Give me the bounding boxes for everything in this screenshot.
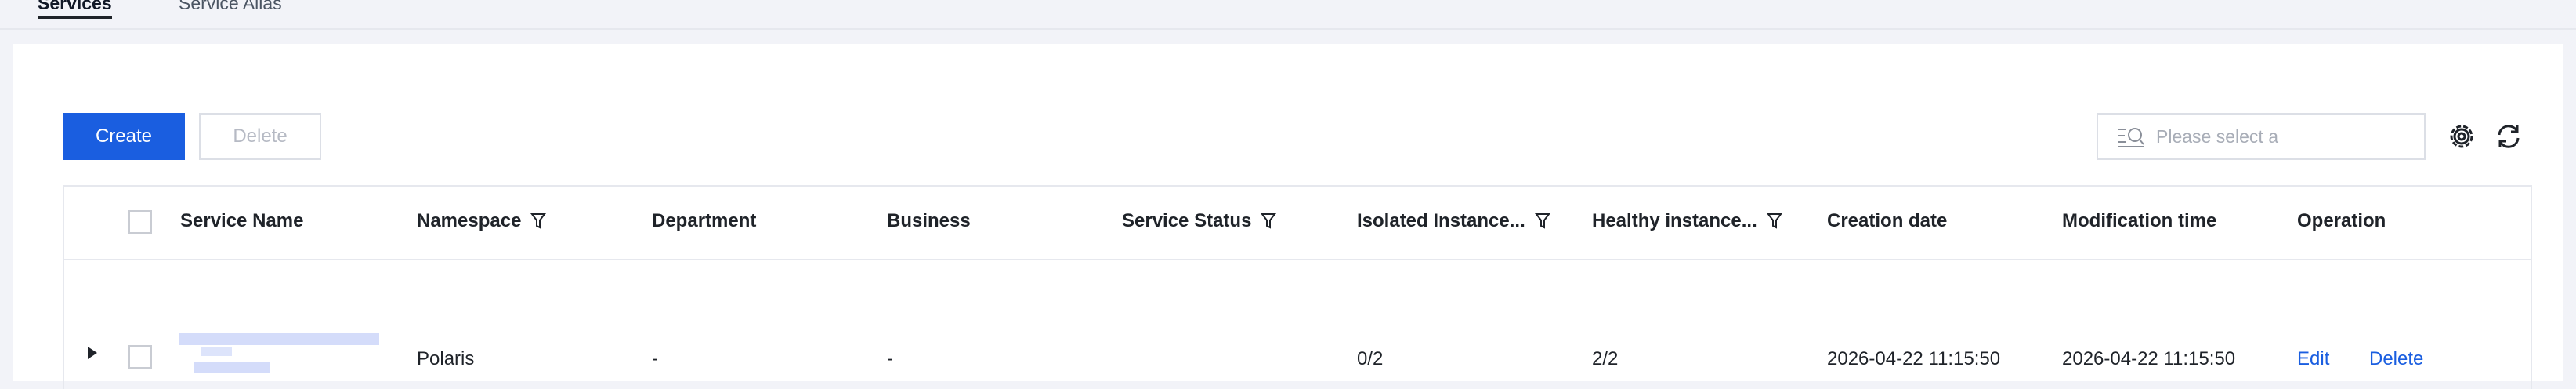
services-panel: Create Delete Please select a Service Na… <box>13 44 2563 389</box>
filter-icon[interactable] <box>1261 213 1277 230</box>
table-header: Service Name Namespace Department Busine… <box>64 187 2531 260</box>
col-operation: Operation <box>2297 210 2386 231</box>
search-input[interactable]: Please select a <box>2097 113 2426 160</box>
expand-arrow-icon[interactable] <box>88 347 97 359</box>
service-name-redacted[interactable] <box>179 329 382 378</box>
col-isolated-instances: Isolated Instance... <box>1357 210 1550 232</box>
tab-services[interactable]: Services <box>38 0 112 19</box>
col-namespace: Namespace <box>417 210 547 232</box>
filter-icon[interactable] <box>1534 213 1550 230</box>
col-modification-time: Modification time <box>2062 210 2217 231</box>
col-service-name: Service Name <box>180 210 304 231</box>
services-table: Service Name Namespace Department Busine… <box>63 185 2532 389</box>
create-button[interactable]: Create <box>63 113 185 160</box>
col-service-status: Service Status <box>1122 210 1277 232</box>
col-department: Department <box>652 210 757 231</box>
filter-icon[interactable] <box>530 213 547 230</box>
col-business: Business <box>887 210 971 231</box>
search-icon <box>2118 128 2144 147</box>
delete-button[interactable]: Delete <box>199 113 321 160</box>
col-healthy-instances: Healthy instance... <box>1592 210 1782 232</box>
gear-icon[interactable] <box>2446 121 2477 152</box>
select-all-checkbox[interactable] <box>128 210 152 234</box>
col-creation-date: Creation date <box>1827 210 1948 231</box>
row-checkbox[interactable] <box>128 345 152 369</box>
refresh-icon[interactable] <box>2493 121 2524 152</box>
tab-bar: Services Service Alias <box>0 0 2576 30</box>
tab-service-alias[interactable]: Service Alias <box>179 0 282 14</box>
search-placeholder: Please select a <box>2156 125 2278 147</box>
filter-icon[interactable] <box>1766 213 1782 230</box>
